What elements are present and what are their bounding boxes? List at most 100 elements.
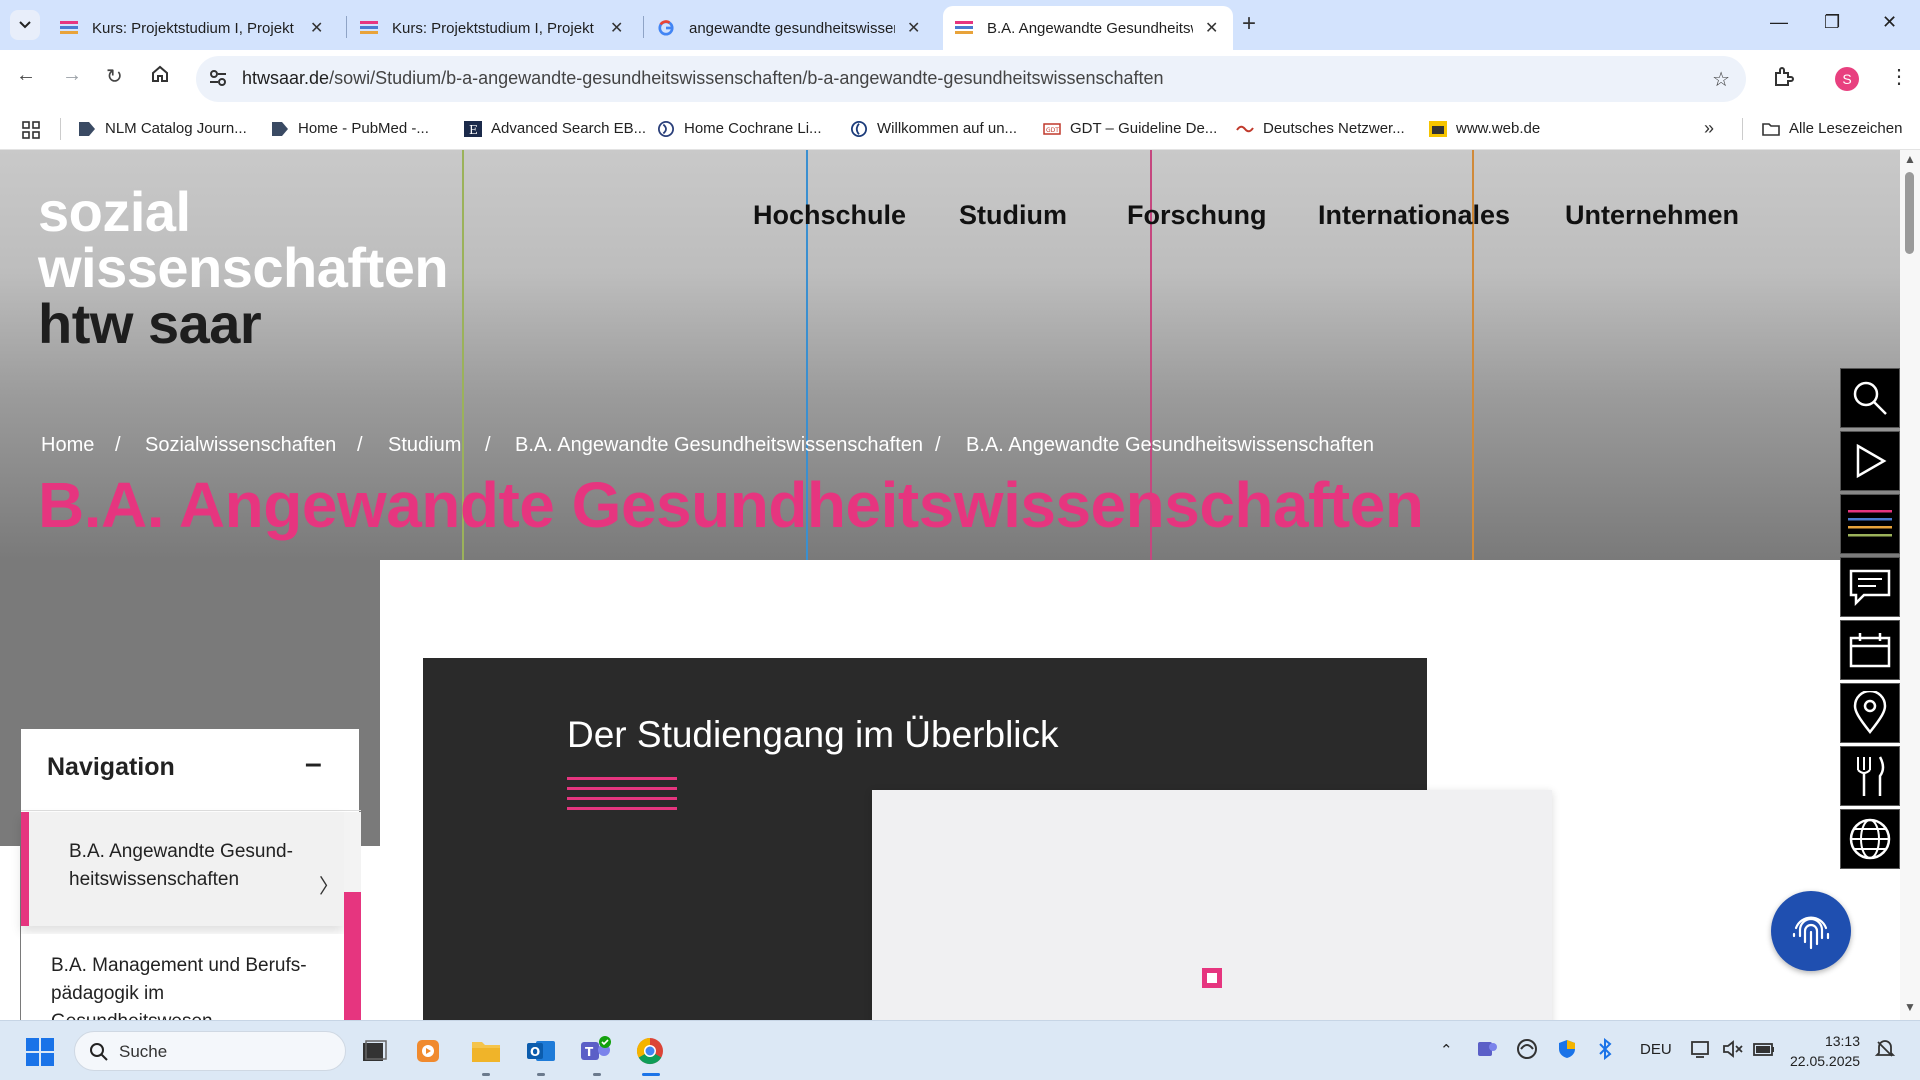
tab-bar: Kurs: Projektstudium I, Projekt ( ✕ Kurs… [0, 0, 1920, 50]
tab[interactable]: Kurs: Projektstudium I, Projekt ( ✕ [48, 6, 344, 50]
svg-text:GDT: GDT [1046, 127, 1059, 134]
menu-icon[interactable]: ⋮ [1889, 64, 1909, 89]
security-shield-icon[interactable] [1556, 1038, 1578, 1064]
bookmark-item[interactable]: Willkommen auf un... [850, 120, 1017, 137]
close-window-icon[interactable]: ✕ [1882, 12, 1897, 33]
search-icon[interactable] [1840, 368, 1900, 428]
chat-icon[interactable] [1840, 557, 1900, 617]
taskbar-search[interactable]: Suche [74, 1031, 346, 1071]
side-nav-item[interactable]: B.A. Management und Berufs-pädagogik im … [21, 934, 344, 1020]
breadcrumb-home[interactable]: Home [41, 434, 94, 457]
input-language[interactable]: DEU [1640, 1041, 1672, 1058]
apps-grid-icon[interactable] [22, 121, 40, 139]
breadcrumb-current: B.A. Angewandte Gesundheitswissenschafte… [966, 434, 1375, 456]
fingerprint-icon[interactable] [1771, 891, 1851, 971]
outlook-icon[interactable]: O [523, 1033, 559, 1069]
page-title: B.A. Angewandte Gesundheitswissenschafte… [38, 469, 1424, 541]
side-nav-scrollbar[interactable] [344, 812, 361, 1020]
web-page: sozial wissenschaften htw saar Hochschul… [0, 150, 1900, 1020]
nav-forschung[interactable]: Forschung [1127, 200, 1267, 231]
side-nav-item-active[interactable]: B.A. Angewandte Gesund-heitswissenschaft… [21, 812, 344, 926]
scroll-down-icon[interactable]: ▼ [1904, 1000, 1916, 1014]
back-icon[interactable]: ← [16, 64, 36, 87]
folder-icon [1762, 122, 1780, 136]
bookmark-item[interactable]: Home Cochrane Li... [657, 120, 822, 137]
site-info-icon[interactable] [208, 68, 228, 88]
side-nav-item-label: B.A. Angewandte Gesund-heitswissenschaft… [69, 841, 293, 890]
bluetooth-icon[interactable] [1598, 1037, 1612, 1064]
breadcrumb-sozialwissenschaften[interactable]: Sozialwissenschaften [145, 434, 336, 457]
side-navigation-header[interactable]: Navigation – [21, 729, 361, 811]
windows-start-icon[interactable] [26, 1038, 54, 1066]
tool-rail [1840, 368, 1900, 869]
tab-title: Kurs: Projektstudium I, Projekt ( [392, 19, 598, 37]
reload-icon[interactable]: ↻ [106, 64, 123, 89]
extensions-icon[interactable] [1772, 66, 1794, 88]
bookmark-item[interactable]: www.web.de [1429, 120, 1540, 137]
media-player-icon[interactable] [410, 1033, 446, 1069]
bookmark-item[interactable]: E Advanced Search EB... [464, 120, 646, 137]
new-tab-button[interactable]: + [1242, 10, 1256, 38]
breadcrumb-separator: / [485, 434, 491, 456]
scroll-up-icon[interactable]: ▲ [1904, 152, 1916, 166]
restaurant-icon[interactable] [1840, 746, 1900, 806]
collapse-icon[interactable]: – [305, 747, 322, 781]
breadcrumb-program[interactable]: B.A. Angewandte Gesundheitswissenschafte… [515, 434, 923, 457]
tab[interactable]: angewandte gesundheitswissen ✕ [645, 6, 941, 50]
bookmarks-bar: NLM Catalog Journ... Home - PubMed -... … [0, 108, 1920, 150]
close-tab-icon[interactable]: ✕ [310, 18, 323, 38]
nav-studium[interactable]: Studium [959, 200, 1067, 231]
breadcrumb-separator: / [935, 434, 941, 456]
bookmark-star-icon[interactable]: ☆ [1712, 67, 1730, 92]
tab-search-button[interactable] [10, 10, 40, 40]
network-icon[interactable] [1690, 1038, 1712, 1064]
chevron-right-icon: 〉 [319, 876, 339, 898]
bookmark-item[interactable]: NLM Catalog Journ... [78, 120, 247, 137]
bookmark-item[interactable]: Home - PubMed -... [271, 120, 429, 137]
show-hidden-icons[interactable]: ⌃ [1440, 1041, 1453, 1059]
vpn-icon[interactable] [1516, 1038, 1538, 1064]
profile-avatar[interactable]: S [1835, 67, 1859, 91]
volume-muted-icon[interactable] [1722, 1038, 1744, 1064]
chrome-icon[interactable] [632, 1033, 668, 1069]
close-tab-icon[interactable]: ✕ [1205, 18, 1218, 38]
bookmark-item[interactable]: Deutsches Netzwer... [1236, 120, 1405, 137]
side-navigation-title: Navigation [47, 753, 175, 781]
menu-lines-icon[interactable] [1840, 494, 1900, 554]
site-logo[interactable]: sozial wissenschaften htw saar [38, 184, 449, 352]
tab-active[interactable]: B.A. Angewandte Gesundheitsw ✕ [943, 6, 1233, 50]
teams-tray-icon[interactable] [1476, 1038, 1498, 1064]
breadcrumb-studium[interactable]: Studium [388, 434, 461, 457]
notifications-icon[interactable] [1874, 1038, 1896, 1064]
globe-icon[interactable] [1840, 809, 1900, 869]
breadcrumb-separator: / [357, 434, 363, 456]
pubmed-icon [272, 121, 288, 136]
home-icon[interactable] [150, 64, 170, 90]
minimize-icon[interactable]: — [1770, 12, 1788, 33]
file-explorer-icon[interactable] [468, 1033, 504, 1069]
calendar-icon[interactable] [1840, 620, 1900, 680]
all-bookmarks-button[interactable]: Alle Lesezeichen [1762, 120, 1902, 137]
svg-text:E: E [469, 123, 478, 137]
task-view-icon[interactable] [356, 1033, 392, 1069]
close-tab-icon[interactable]: ✕ [610, 18, 623, 38]
close-tab-icon[interactable]: ✕ [907, 18, 920, 38]
nav-unternehmen[interactable]: Unternehmen [1565, 200, 1739, 231]
nav-hochschule[interactable]: Hochschule [753, 200, 906, 231]
page-scrollbar[interactable]: ▲ ▼ [1900, 150, 1920, 1020]
teams-icon[interactable]: T [577, 1033, 613, 1069]
address-bar[interactable]: htwsaar.de/sowi/Studium/b-a-angewandte-g… [196, 56, 1746, 102]
hero-header: sozial wissenschaften htw saar Hochschul… [0, 150, 1900, 560]
play-icon[interactable] [1840, 431, 1900, 491]
restore-icon[interactable]: ❐ [1824, 12, 1840, 33]
location-pin-icon[interactable] [1840, 683, 1900, 743]
system-clock[interactable]: 13:13 22.05.2025 [1790, 1031, 1860, 1071]
tab[interactable]: Kurs: Projektstudium I, Projekt ( ✕ [348, 6, 644, 50]
forward-icon[interactable]: → [62, 64, 82, 87]
battery-icon[interactable] [1752, 1038, 1776, 1064]
nav-internationales[interactable]: Internationales [1318, 200, 1510, 231]
more-bookmarks-icon[interactable]: » [1704, 118, 1714, 139]
scrollbar-thumb[interactable] [1905, 172, 1914, 254]
course-favicon-icon [360, 21, 378, 34]
bookmark-item[interactable]: GDT GDT – Guideline De... [1043, 120, 1217, 137]
